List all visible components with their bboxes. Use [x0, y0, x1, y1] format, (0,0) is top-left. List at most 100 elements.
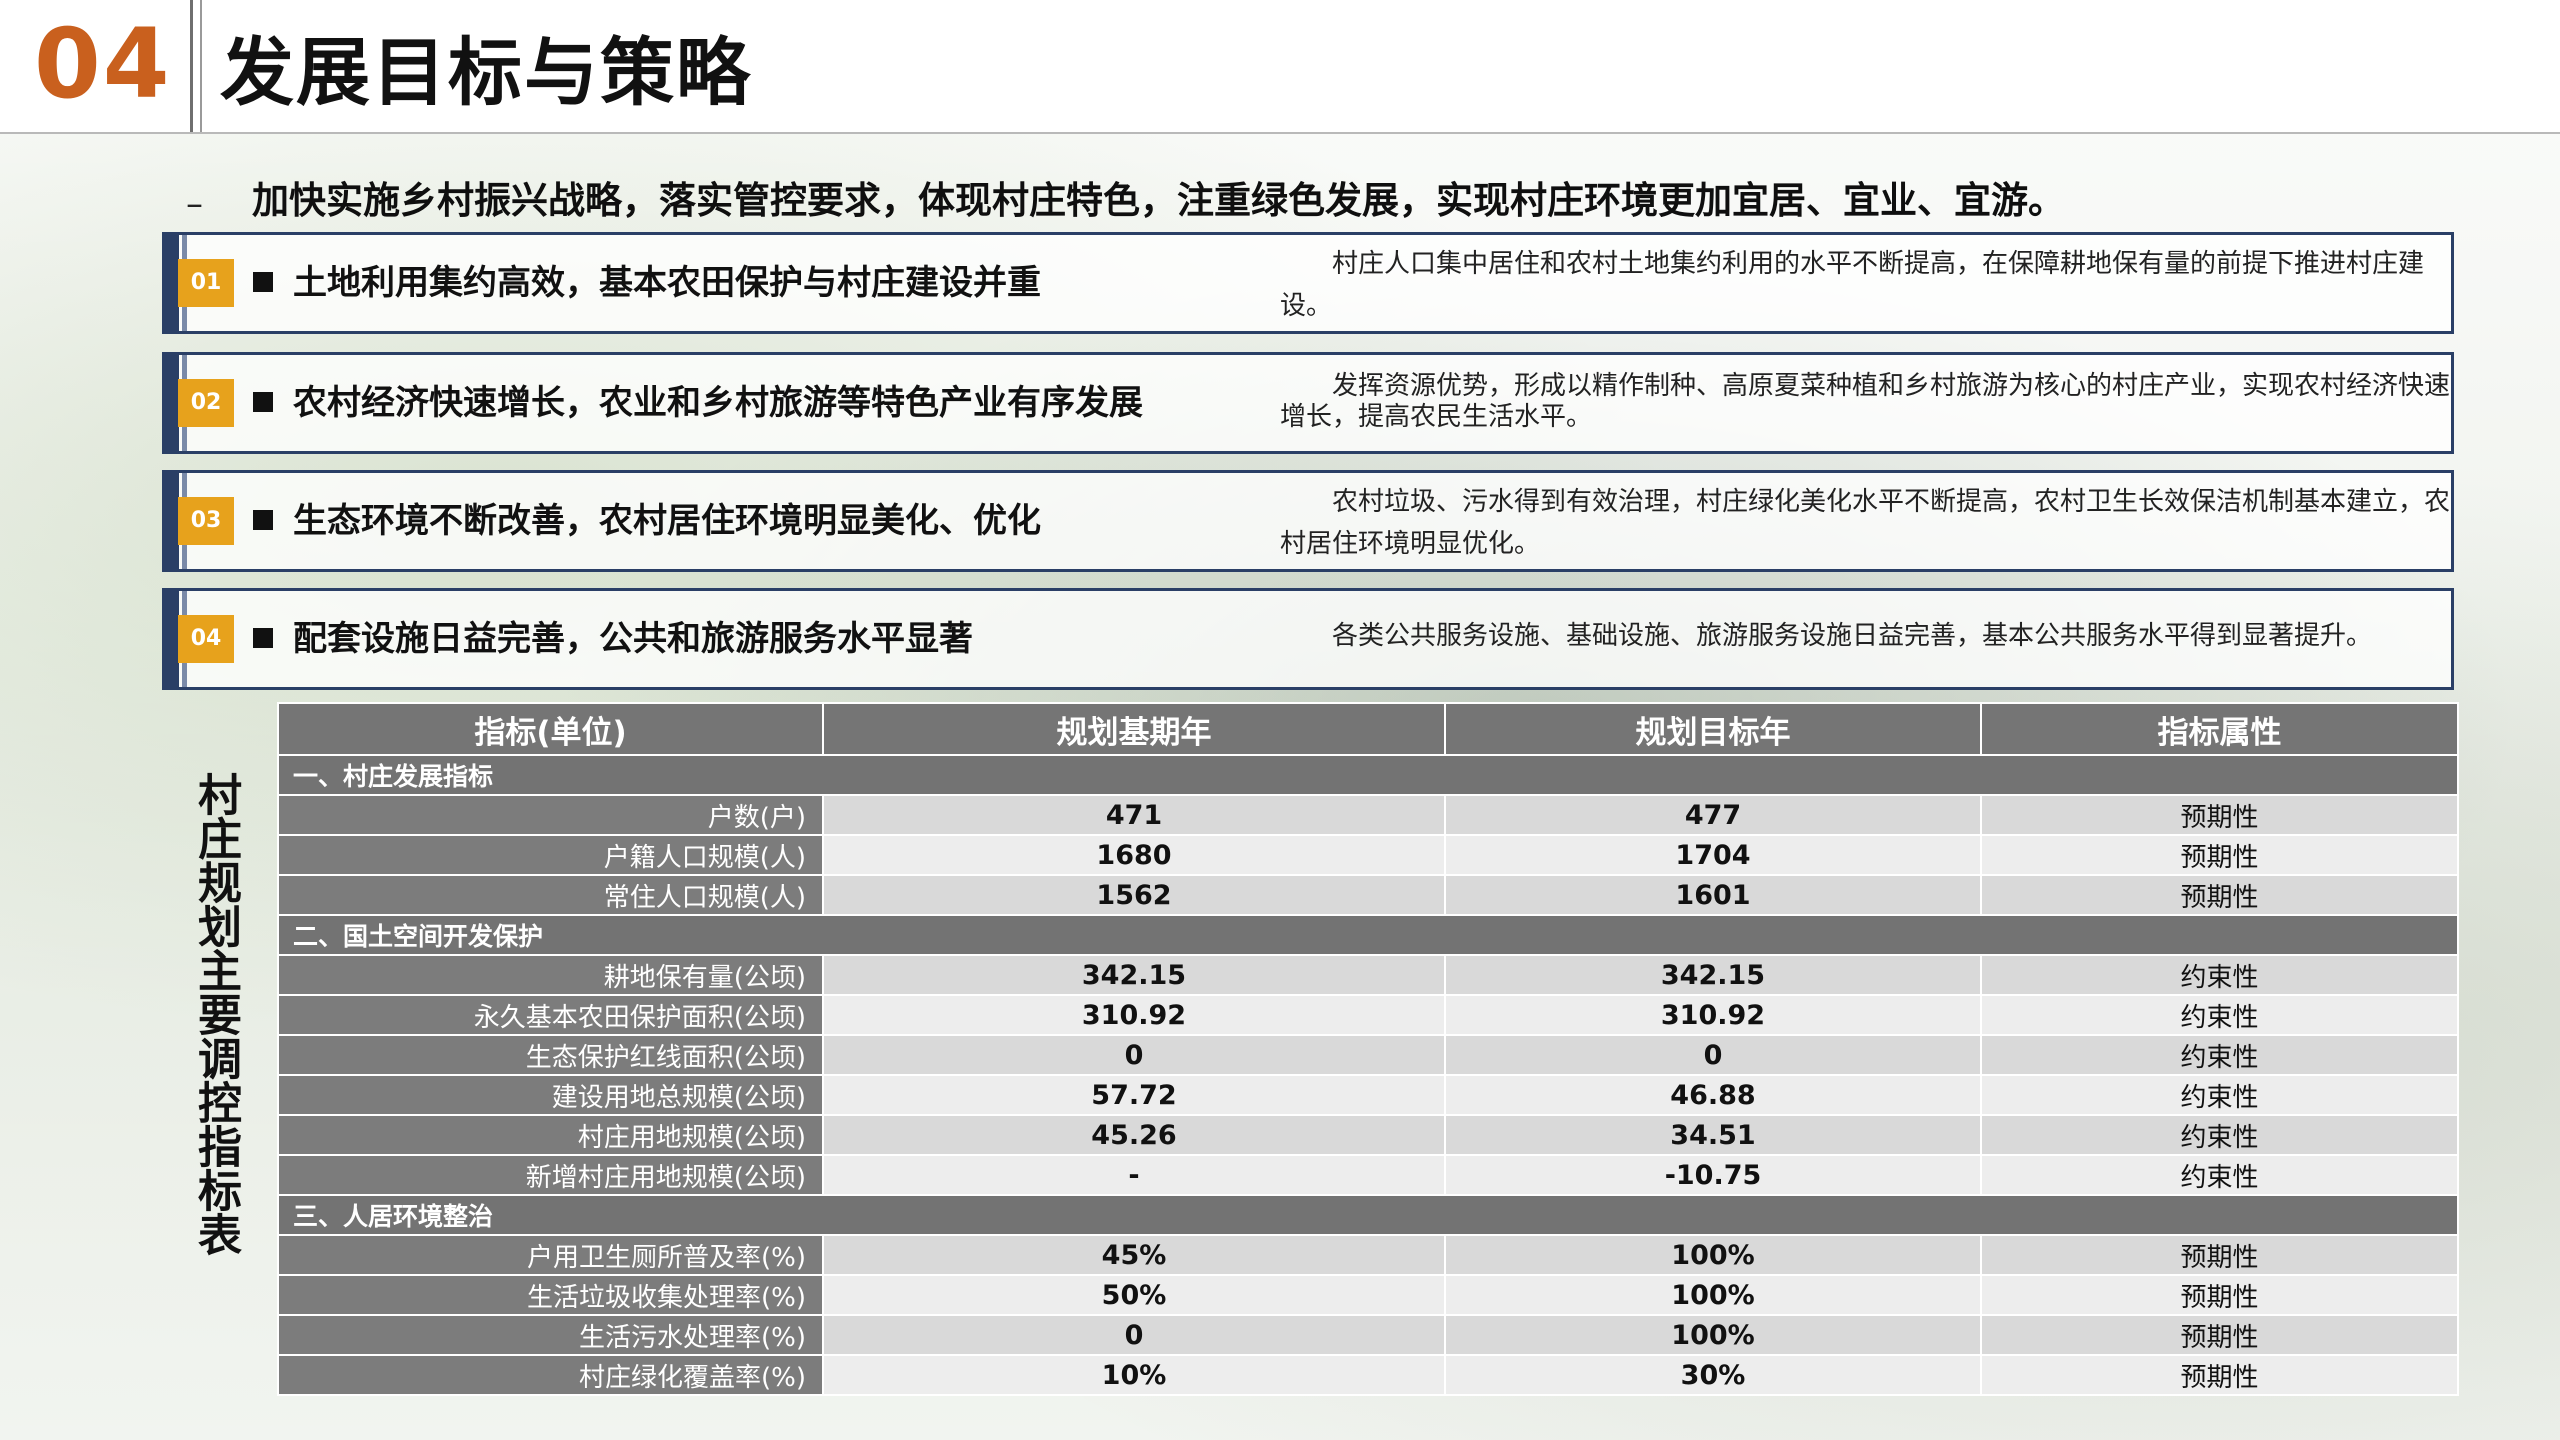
target-year-value: 477 — [1444, 794, 1982, 836]
square-bullet-icon — [253, 392, 273, 412]
table-row: 村庄用地规模(公顷) 45.26 34.51 约束性 — [277, 1114, 2459, 1156]
table-row: 新增村庄用地规模(公顷) - -10.75 约束性 — [277, 1154, 2459, 1196]
target-year-value: 310.92 — [1444, 994, 1982, 1036]
target-year-value: 1704 — [1444, 834, 1982, 876]
table-vertical-label: 村庄规划主要调控指标表 — [190, 772, 241, 1256]
target-year-value: 30% — [1444, 1354, 1982, 1396]
base-year-value: 50% — [822, 1274, 1446, 1316]
indicator-attribute: 预期性 — [1980, 1274, 2459, 1316]
indicator-name: 村庄用地规模(公顷) — [277, 1114, 824, 1156]
indicator-name: 户用卫生厕所普及率(%) — [277, 1234, 824, 1276]
indicator-attribute: 约束性 — [1980, 1114, 2459, 1156]
intro-dash: – — [186, 184, 203, 224]
square-bullet-icon — [253, 272, 273, 292]
indicator-attribute: 约束性 — [1980, 994, 2459, 1036]
goal-badge: 02 — [178, 379, 234, 427]
base-year-value: 0 — [822, 1314, 1446, 1356]
indicator-attribute: 预期性 — [1980, 794, 2459, 836]
indicator-name: 建设用地总规模(公顷) — [277, 1074, 824, 1116]
target-year-value: 100% — [1444, 1314, 1982, 1356]
section-title: 三、人居环境整治 — [277, 1194, 2459, 1236]
target-year-value: 100% — [1444, 1234, 1982, 1276]
indicator-attribute: 预期性 — [1980, 834, 2459, 876]
goal-stripe — [165, 591, 179, 687]
base-year-value: 1562 — [822, 874, 1446, 916]
column-header-attribute: 指标属性 — [1980, 702, 2459, 756]
table-row: 生活垃圾收集处理率(%) 50% 100% 预期性 — [277, 1274, 2459, 1316]
base-year-value: 310.92 — [822, 994, 1446, 1036]
table-section-row: 二、国土空间开发保护 — [277, 914, 2459, 956]
target-year-value: 46.88 — [1444, 1074, 1982, 1116]
table-header-row: 指标(单位) 规划基期年 规划目标年 指标属性 — [277, 702, 2459, 756]
intro-statement: 加快实施乡村振兴战略，落实管控要求，体现村庄特色，注重绿色发展，实现村庄环境更加… — [252, 179, 2065, 222]
indicator-attribute: 约束性 — [1980, 954, 2459, 996]
page-header: 04 发展目标与策略 — [0, 0, 2560, 134]
square-bullet-icon — [253, 628, 273, 648]
section-title: 一、村庄发展指标 — [277, 754, 2459, 796]
section-number: 04 — [34, 8, 172, 120]
base-year-value: 471 — [822, 794, 1446, 836]
base-year-value: 57.72 — [822, 1074, 1446, 1116]
indicator-attribute: 约束性 — [1980, 1074, 2459, 1116]
header-divider-thin — [200, 0, 202, 132]
goal-title: 农村经济快速增长，农业和乡村旅游等特色产业有序发展 — [293, 383, 1143, 423]
indicator-name: 户籍人口规模(人) — [277, 834, 824, 876]
indicator-attribute: 预期性 — [1980, 1314, 2459, 1356]
goal-title: 生态环境不断改善，农村居住环境明显美化、优化 — [293, 501, 1041, 541]
column-header-indicator: 指标(单位) — [277, 702, 824, 756]
indicator-name: 耕地保有量(公顷) — [277, 954, 824, 996]
indicator-name: 常住人口规模(人) — [277, 874, 824, 916]
target-year-value: 34.51 — [1444, 1114, 1982, 1156]
base-year-value: 45.26 — [822, 1114, 1446, 1156]
table-row: 生活污水处理率(%) 0 100% 预期性 — [277, 1314, 2459, 1356]
table-row: 户籍人口规模(人) 1680 1704 预期性 — [277, 834, 2459, 876]
goal-description: 农村垃圾、污水得到有效治理，村庄绿化美化水平不断提高，农村卫生长效保洁机制基本建… — [1280, 487, 2451, 559]
section-title: 二、国土空间开发保护 — [277, 914, 2459, 956]
target-year-value: 100% — [1444, 1274, 1982, 1316]
goal-description: 发挥资源优势，形成以精作制种、高原夏菜种植和乡村旅游为核心的村庄产业，实现农村经… — [1280, 371, 2451, 432]
goal-box-04: 04 配套设施日益完善，公共和旅游服务水平显著 各类公共服务设施、基础设施、旅游… — [162, 588, 2454, 690]
base-year-value: 342.15 — [822, 954, 1446, 996]
indicator-attribute: 约束性 — [1980, 1034, 2459, 1076]
page-title: 发展目标与策略 — [220, 30, 752, 116]
base-year-value: 10% — [822, 1354, 1446, 1396]
goal-badge: 01 — [178, 259, 234, 307]
table-row: 户数(户) 471 477 预期性 — [277, 794, 2459, 836]
indicator-name: 生态保护红线面积(公顷) — [277, 1034, 824, 1076]
indicator-attribute: 预期性 — [1980, 1234, 2459, 1276]
goal-box-01: 01 土地利用集约高效，基本农田保护与村庄建设并重 村庄人口集中居住和农村土地集… — [162, 232, 2454, 334]
table-section-row: 三、人居环境整治 — [277, 1194, 2459, 1236]
indicator-attribute: 预期性 — [1980, 1354, 2459, 1396]
table-row: 户用卫生厕所普及率(%) 45% 100% 预期性 — [277, 1234, 2459, 1276]
target-year-value: -10.75 — [1444, 1154, 1982, 1196]
indicator-name: 户数(户) — [277, 794, 824, 836]
indicator-name: 生活垃圾收集处理率(%) — [277, 1274, 824, 1316]
goal-stripe — [165, 355, 179, 451]
table-row: 建设用地总规模(公顷) 57.72 46.88 约束性 — [277, 1074, 2459, 1116]
table-row: 常住人口规模(人) 1562 1601 预期性 — [277, 874, 2459, 916]
column-header-target-year: 规划目标年 — [1444, 702, 1982, 756]
indicator-attribute: 约束性 — [1980, 1154, 2459, 1196]
base-year-value: - — [822, 1154, 1446, 1196]
indicator-name: 生活污水处理率(%) — [277, 1314, 824, 1356]
indicator-name: 新增村庄用地规模(公顷) — [277, 1154, 824, 1196]
column-header-base-year: 规划基期年 — [822, 702, 1446, 756]
base-year-value: 0 — [822, 1034, 1446, 1076]
table-row: 永久基本农田保护面积(公顷) 310.92 310.92 约束性 — [277, 994, 2459, 1036]
goal-badge: 03 — [178, 497, 234, 545]
target-year-value: 1601 — [1444, 874, 1982, 916]
goal-title: 配套设施日益完善，公共和旅游服务水平显著 — [293, 619, 973, 659]
goal-description: 各类公共服务设施、基础设施、旅游服务设施日益完善，基本公共服务水平得到显著提升。 — [1332, 621, 2373, 651]
goal-title: 土地利用集约高效，基本农田保护与村庄建设并重 — [293, 263, 1041, 303]
square-bullet-icon — [253, 510, 273, 530]
indicator-attribute: 预期性 — [1980, 874, 2459, 916]
goal-stripe — [165, 473, 179, 569]
goal-box-03: 03 生态环境不断改善，农村居住环境明显美化、优化 农村垃圾、污水得到有效治理，… — [162, 470, 2454, 572]
indicator-table: 指标(单位) 规划基期年 规划目标年 指标属性 一、村庄发展指标 户数(户) 4… — [277, 702, 2459, 1396]
indicator-name: 村庄绿化覆盖率(%) — [277, 1354, 824, 1396]
table-row: 生态保护红线面积(公顷) 0 0 约束性 — [277, 1034, 2459, 1076]
goal-box-02: 02 农村经济快速增长，农业和乡村旅游等特色产业有序发展 发挥资源优势，形成以精… — [162, 352, 2454, 454]
table-section-row: 一、村庄发展指标 — [277, 754, 2459, 796]
header-divider — [190, 0, 193, 132]
goal-stripe — [165, 235, 179, 331]
